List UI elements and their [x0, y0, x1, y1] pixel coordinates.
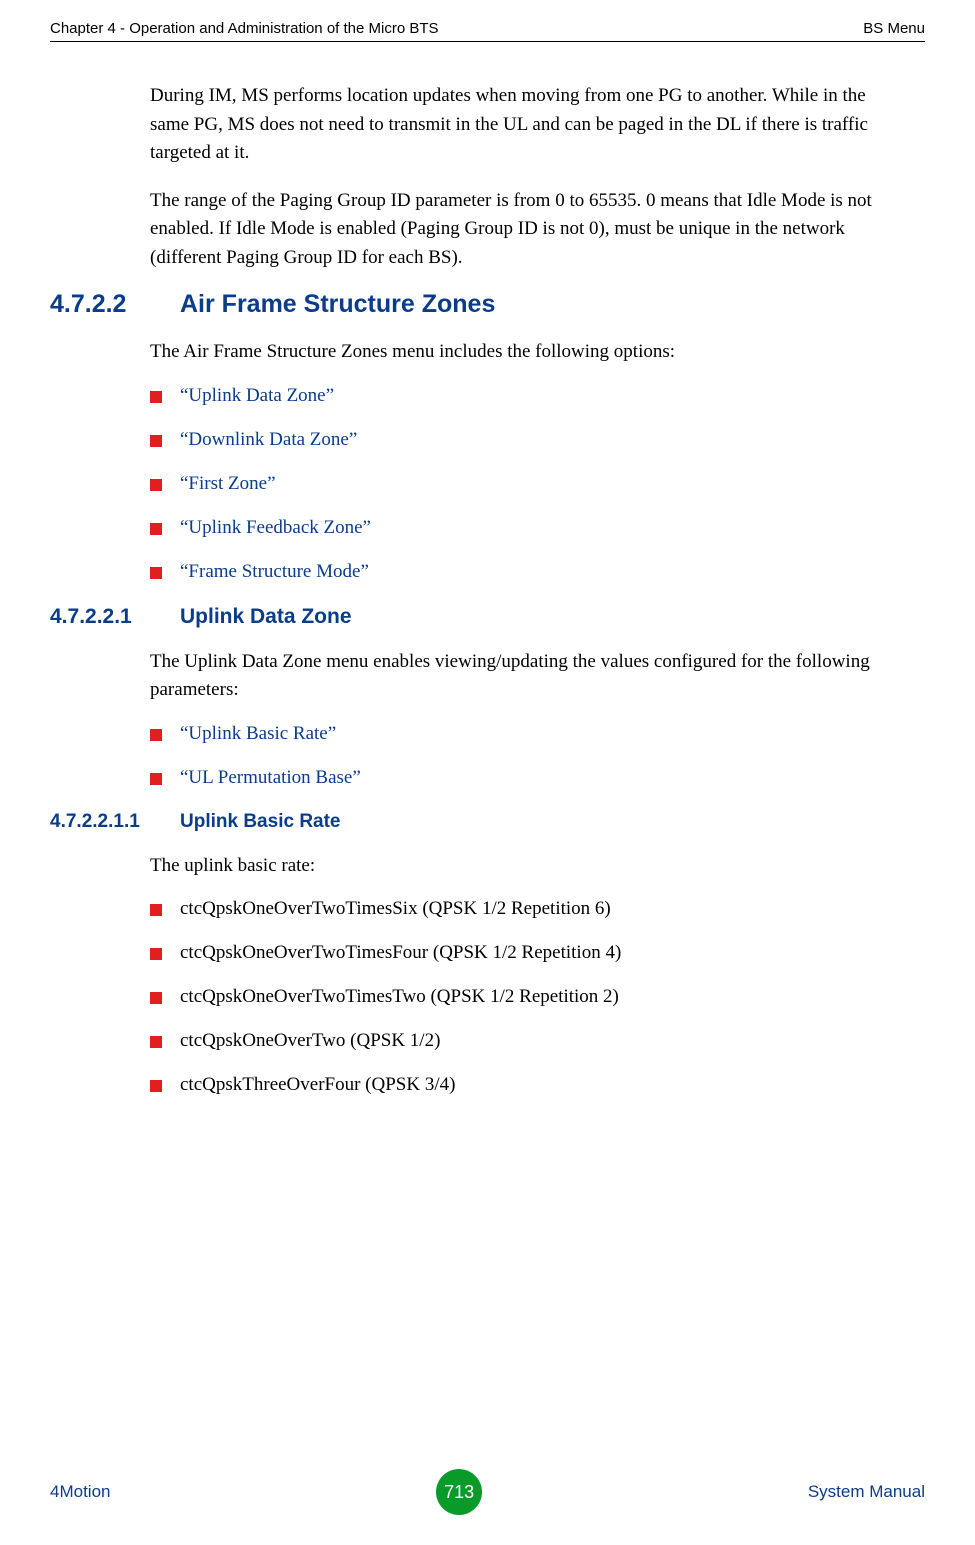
- header-right: BS Menu: [863, 20, 925, 37]
- xref-link[interactable]: “Uplink Data Zone”: [180, 385, 334, 407]
- bullet-icon: [150, 904, 162, 916]
- body-column: During IM, MS performs location updates …: [150, 82, 905, 272]
- footer-manual: System Manual: [808, 1482, 925, 1502]
- section-body: The uplink basic rate: ctcQpskOneOverTwo…: [150, 852, 905, 1097]
- bullet-icon: [150, 729, 162, 741]
- list-item: “First Zone”: [150, 473, 905, 495]
- list-item-text: ctcQpskOneOverTwo (QPSK 1/2): [180, 1030, 440, 1052]
- list-item-text: ctcQpskOneOverTwoTimesFour (QPSK 1/2 Rep…: [180, 942, 621, 964]
- bullet-icon: [150, 479, 162, 491]
- page: Chapter 4 - Operation and Administration…: [0, 0, 975, 1545]
- bullet-icon: [150, 773, 162, 785]
- list-item: “Downlink Data Zone”: [150, 429, 905, 451]
- list-item: “Frame Structure Mode”: [150, 561, 905, 583]
- page-number-badge: 713: [436, 1469, 482, 1515]
- bullet-icon: [150, 948, 162, 960]
- list-item: “Uplink Basic Rate”: [150, 723, 905, 745]
- list-item: ctcQpskThreeOverFour (QPSK 3/4): [150, 1074, 905, 1096]
- page-footer: 4Motion 713 System Manual: [0, 1469, 975, 1515]
- xref-link[interactable]: “First Zone”: [180, 473, 276, 495]
- paragraph: The range of the Paging Group ID paramet…: [150, 187, 905, 273]
- page-header: Chapter 4 - Operation and Administration…: [50, 20, 925, 42]
- paragraph: The uplink basic rate:: [150, 852, 905, 881]
- list-item: ctcQpskOneOverTwo (QPSK 1/2): [150, 1030, 905, 1052]
- paragraph: During IM, MS performs location updates …: [150, 82, 905, 168]
- footer-product: 4Motion: [50, 1482, 110, 1502]
- header-left: Chapter 4 - Operation and Administration…: [50, 20, 439, 37]
- list-item: “Uplink Feedback Zone”: [150, 517, 905, 539]
- heading-air-frame-structure-zones: 4.7.2.2 Air Frame Structure Zones: [50, 290, 925, 319]
- xref-link[interactable]: “Uplink Basic Rate”: [180, 723, 336, 745]
- heading-number: 4.7.2.2: [50, 290, 180, 319]
- heading-title: Air Frame Structure Zones: [180, 290, 495, 319]
- xref-link[interactable]: “Uplink Feedback Zone”: [180, 517, 371, 539]
- list-item: “UL Permutation Base”: [150, 767, 905, 789]
- list-item: “Uplink Data Zone”: [150, 385, 905, 407]
- section-body: The Uplink Data Zone menu enables viewin…: [150, 648, 905, 789]
- heading-uplink-data-zone: 4.7.2.2.1 Uplink Data Zone: [50, 605, 925, 629]
- list-item-text: ctcQpskOneOverTwoTimesTwo (QPSK 1/2 Repe…: [180, 986, 619, 1008]
- heading-uplink-basic-rate: 4.7.2.2.1.1 Uplink Basic Rate: [50, 811, 925, 833]
- heading-title: Uplink Data Zone: [180, 605, 352, 629]
- section-body: The Air Frame Structure Zones menu inclu…: [150, 338, 905, 583]
- bullet-list: ctcQpskOneOverTwoTimesSix (QPSK 1/2 Repe…: [150, 898, 905, 1096]
- xref-link[interactable]: “Downlink Data Zone”: [180, 429, 357, 451]
- heading-number: 4.7.2.2.1.1: [50, 811, 180, 833]
- bullet-icon: [150, 1080, 162, 1092]
- paragraph: The Uplink Data Zone menu enables viewin…: [150, 648, 905, 705]
- xref-link[interactable]: “UL Permutation Base”: [180, 767, 361, 789]
- paragraph: The Air Frame Structure Zones menu inclu…: [150, 338, 905, 367]
- bullet-list: “Uplink Data Zone” “Downlink Data Zone” …: [150, 385, 905, 583]
- bullet-icon: [150, 992, 162, 1004]
- heading-number: 4.7.2.2.1: [50, 605, 180, 629]
- bullet-icon: [150, 567, 162, 579]
- list-item: ctcQpskOneOverTwoTimesFour (QPSK 1/2 Rep…: [150, 942, 905, 964]
- bullet-icon: [150, 435, 162, 447]
- list-item-text: ctcQpskOneOverTwoTimesSix (QPSK 1/2 Repe…: [180, 898, 611, 920]
- list-item-text: ctcQpskThreeOverFour (QPSK 3/4): [180, 1074, 455, 1096]
- bullet-icon: [150, 1036, 162, 1048]
- bullet-icon: [150, 391, 162, 403]
- heading-title: Uplink Basic Rate: [180, 811, 341, 833]
- list-item: ctcQpskOneOverTwoTimesSix (QPSK 1/2 Repe…: [150, 898, 905, 920]
- bullet-icon: [150, 523, 162, 535]
- xref-link[interactable]: “Frame Structure Mode”: [180, 561, 369, 583]
- bullet-list: “Uplink Basic Rate” “UL Permutation Base…: [150, 723, 905, 789]
- list-item: ctcQpskOneOverTwoTimesTwo (QPSK 1/2 Repe…: [150, 986, 905, 1008]
